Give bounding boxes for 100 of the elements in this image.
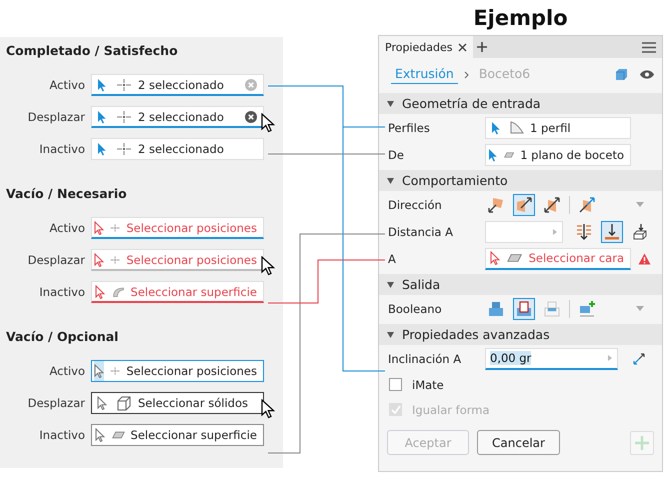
state-label: Desplazar bbox=[26, 396, 85, 410]
selection-field[interactable]: 1 plano de boceto bbox=[485, 144, 631, 166]
cube-icon bbox=[116, 396, 132, 410]
flip-arrows-icon bbox=[632, 352, 646, 366]
value-text: 0,00 gr bbox=[490, 351, 532, 365]
warning-icon bbox=[638, 252, 651, 264]
field-label: Dirección bbox=[388, 198, 443, 212]
value-field[interactable]: 0,00 gr bbox=[485, 348, 618, 370]
new-solid-icon bbox=[578, 300, 596, 318]
expand-caret-icon bbox=[387, 178, 394, 184]
crosshair-icon bbox=[110, 364, 120, 378]
pointer-icon bbox=[94, 428, 105, 442]
distance-to-face-icon bbox=[631, 222, 649, 240]
selection-field[interactable]: 2 seleccionado bbox=[91, 138, 264, 160]
mouse-cursor-icon bbox=[261, 113, 275, 133]
tool-button[interactable] bbox=[513, 298, 535, 320]
section-header[interactable]: Comportamiento bbox=[379, 170, 662, 191]
field-text: Seleccionar posiciones bbox=[126, 252, 257, 266]
state-label: Inactivo bbox=[38, 428, 85, 442]
close-icon[interactable] bbox=[458, 42, 468, 52]
crosshair-icon bbox=[116, 110, 132, 124]
pointer-icon bbox=[490, 251, 500, 265]
field-text: Seleccionar posiciones bbox=[126, 364, 257, 378]
field-label: Booleano bbox=[388, 302, 443, 316]
crosshair-icon bbox=[116, 142, 132, 156]
field-text: Seleccionar superficie bbox=[130, 428, 257, 442]
dialog-button[interactable]: Cancelar bbox=[477, 430, 560, 455]
extrude-direction-icon bbox=[487, 196, 505, 214]
eye-icon[interactable] bbox=[640, 70, 654, 79]
distance-to-icon bbox=[603, 222, 621, 240]
plane-icon bbox=[112, 430, 125, 440]
field-label: De bbox=[388, 148, 405, 162]
state-label: Activo bbox=[48, 78, 85, 92]
field-text: 1 plano de boceto bbox=[520, 148, 624, 162]
field-label: Perfiles bbox=[388, 120, 431, 134]
state-label: Inactivo bbox=[38, 285, 85, 299]
example-title: Ejemplo bbox=[473, 4, 568, 32]
state-label: Activo bbox=[48, 221, 85, 235]
pointer-icon bbox=[97, 78, 107, 92]
pointer-icon bbox=[94, 364, 104, 378]
chevron-icon bbox=[464, 70, 469, 78]
field-text: Seleccionar cara bbox=[528, 251, 624, 265]
pointer-icon bbox=[94, 220, 104, 234]
distance-through-icon bbox=[575, 222, 593, 240]
selection-field[interactable]: Seleccionar superficie bbox=[91, 424, 264, 446]
section-header[interactable]: Salida bbox=[379, 274, 662, 295]
pointer-icon bbox=[94, 252, 104, 266]
selection-field[interactable]: Seleccionar posiciones bbox=[91, 360, 264, 382]
state-label: Desplazar bbox=[26, 253, 85, 267]
selection-field[interactable]: Seleccionar superficie bbox=[91, 281, 264, 303]
value-field[interactable] bbox=[485, 220, 563, 242]
clear-icon[interactable] bbox=[245, 110, 257, 122]
extrude-direction-icon bbox=[578, 196, 596, 214]
field-text: 2 seleccionado bbox=[138, 110, 225, 124]
expand-caret-icon bbox=[387, 332, 394, 338]
group-title: Completado / Satisfecho bbox=[6, 43, 179, 58]
group-title: Vacío / Necesario bbox=[6, 186, 128, 201]
join-icon bbox=[487, 300, 505, 318]
state-label: Desplazar bbox=[26, 110, 85, 124]
pointer-icon bbox=[97, 110, 107, 124]
pointer-icon bbox=[97, 142, 107, 156]
field-text: 2 seleccionado bbox=[138, 142, 225, 156]
state-label: Inactivo bbox=[38, 142, 85, 156]
section-header[interactable]: Geometría de entrada bbox=[379, 93, 662, 114]
group-title: Vacío / Opcional bbox=[6, 329, 120, 344]
plane-icon bbox=[507, 253, 523, 263]
plane-icon bbox=[504, 150, 514, 160]
plus-icon bbox=[635, 436, 649, 450]
field-text: 2 seleccionado bbox=[138, 78, 225, 92]
menu-icon[interactable] bbox=[642, 42, 656, 52]
field-text: Seleccionar superficie bbox=[130, 284, 257, 298]
checkbox-label: Igualar forma bbox=[412, 402, 490, 416]
pointer-icon bbox=[95, 284, 106, 298]
extrude-direction-icon bbox=[543, 196, 561, 214]
selection-field[interactable]: 1 perfil bbox=[485, 116, 631, 138]
extrude-direction-icon bbox=[515, 196, 533, 214]
add-tab-icon[interactable] bbox=[477, 42, 488, 52]
intersect-icon bbox=[543, 300, 561, 318]
properties-tab[interactable]: Propiedades bbox=[379, 36, 474, 58]
field-text: Seleccionar sólidos bbox=[138, 396, 249, 410]
selection-field[interactable]: 2 seleccionado bbox=[91, 74, 264, 96]
tool-button[interactable] bbox=[513, 194, 535, 216]
tool-button[interactable] bbox=[601, 220, 623, 242]
pointer-icon bbox=[97, 396, 107, 410]
selection-field[interactable]: Seleccionar cara bbox=[485, 248, 631, 270]
cut-icon bbox=[515, 300, 533, 318]
expand-caret-icon bbox=[387, 282, 394, 288]
selection-field[interactable]: Seleccionar posiciones bbox=[91, 217, 264, 239]
field-label: A bbox=[388, 252, 397, 266]
crosshair-icon bbox=[116, 78, 132, 92]
expand-caret-icon bbox=[387, 100, 394, 106]
pointer-icon bbox=[488, 148, 498, 162]
state-label: Activo bbox=[48, 364, 85, 378]
mouse-cursor-icon bbox=[261, 256, 275, 276]
checkbox[interactable] bbox=[389, 378, 402, 391]
field-label: Distancia A bbox=[388, 224, 454, 238]
cube-icon[interactable] bbox=[615, 68, 628, 81]
mouse-cursor-icon bbox=[261, 399, 275, 419]
section-header[interactable]: Propiedades avanzadas bbox=[379, 324, 662, 345]
profile-icon bbox=[510, 121, 524, 134]
